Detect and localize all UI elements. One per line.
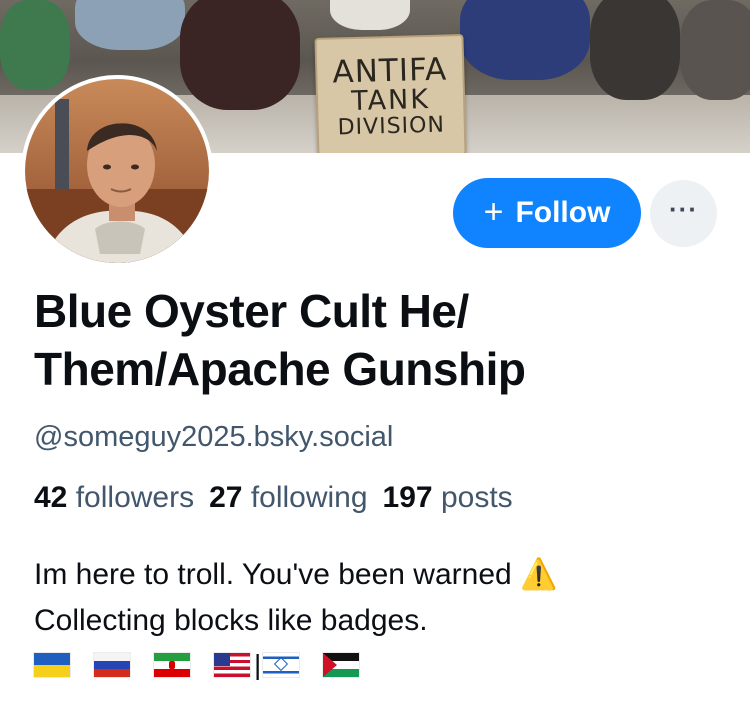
bio-flags: | [34,649,360,680]
followers-stat[interactable]: 42 followers [34,481,194,514]
banner-figure [680,0,750,100]
more-options-button[interactable]: ··· [650,180,717,247]
usa-flag-icon [214,653,250,677]
sign-line-1: ANTIFA [332,51,448,91]
iran-flag-icon [154,653,190,677]
protest-sign: ANTIFA TANK DIVISION [314,34,467,153]
sign-line-2: TANK [350,84,431,118]
sign-line-3: DIVISION [337,112,446,141]
avatar[interactable] [21,75,213,267]
plus-icon: + [483,192,504,231]
profile-stats: 42 followers 27 following 197 posts [34,481,513,515]
user-avatar-photo-icon [25,79,209,263]
banner-figure [75,0,185,50]
more-horizontal-icon: ··· [669,193,698,224]
russia-flag-icon [94,653,130,677]
ukraine-flag-icon [34,653,70,677]
banner-wheelchair [180,0,300,110]
israel-flag-icon [263,653,300,677]
followers-label: followers [75,481,195,514]
followers-count: 42 [34,481,68,514]
following-label: following [250,481,368,514]
user-handle: @someguy2025.bsky.social [34,421,394,453]
banner-figure [590,0,680,100]
follow-button[interactable]: + Follow [453,178,641,248]
follow-label: Follow [515,196,611,229]
posts-count: 197 [382,481,433,514]
banner-figure [330,0,410,30]
posts-stat: 197 posts [383,481,513,514]
following-count: 27 [209,481,243,514]
following-stat[interactable]: 27 following [209,481,367,514]
banner-figure [0,0,70,90]
bio-line-1: Im here to troll. You've been warned ⚠️ [34,558,558,591]
bio-line-2: Collecting blocks like badges. [34,604,428,637]
palestine-flag-icon [323,653,360,677]
banner-figure [460,0,590,80]
posts-label: posts [440,481,513,514]
profile-bio: Im here to troll. You've been warned ⚠️ … [34,552,557,644]
flags-separator: | [254,649,262,680]
display-name: Blue Oyster Cult He/ Them/Apache Gunship [34,285,526,395]
